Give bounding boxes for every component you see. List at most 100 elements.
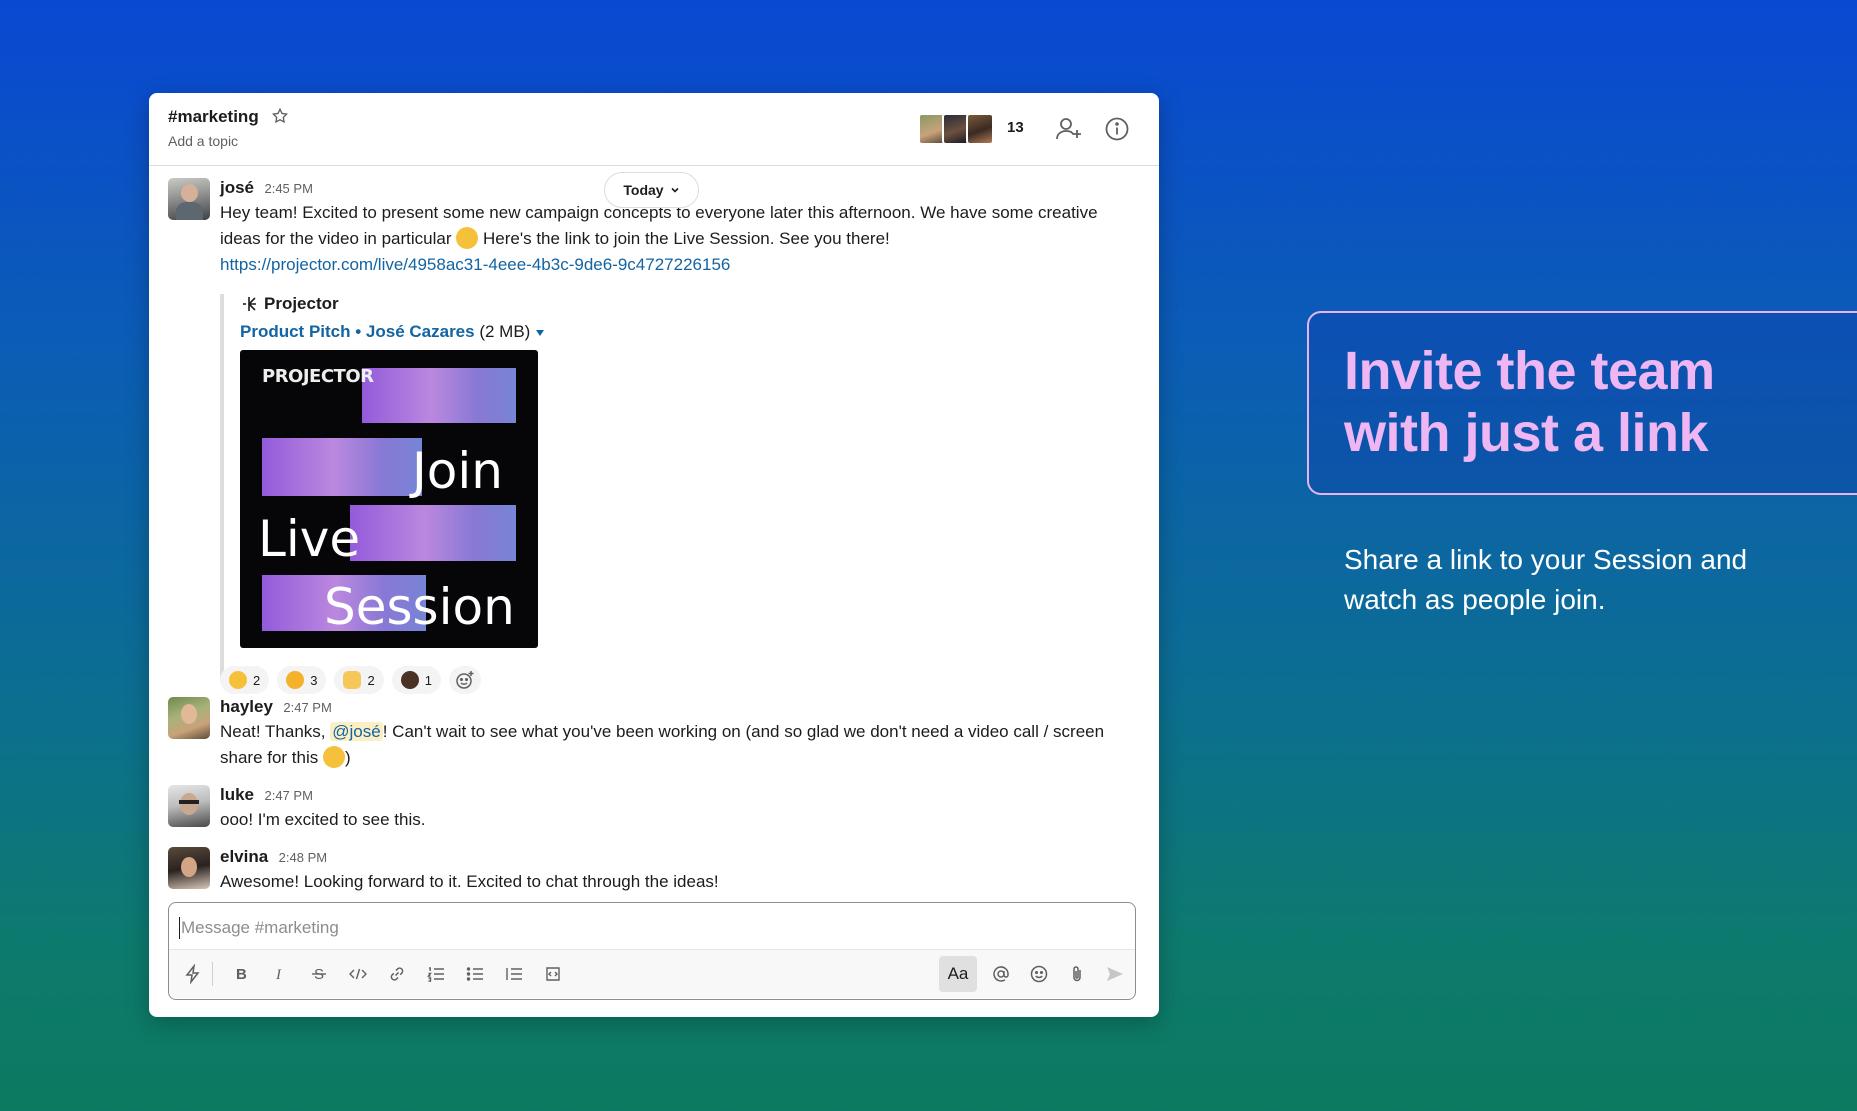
message-body: luke 2:47 PM ooo! I'm excited to see thi… xyxy=(220,785,1141,833)
message-input[interactable] xyxy=(179,917,1083,939)
projector-logo-icon xyxy=(243,297,256,311)
person-avatar-icon xyxy=(400,671,419,689)
message-text-part: ) xyxy=(345,748,351,767)
toolbar-divider xyxy=(212,962,213,986)
avatar[interactable] xyxy=(168,178,210,220)
bold-button[interactable]: B xyxy=(227,960,255,988)
headline: Invite the team with just a link xyxy=(1344,341,1715,463)
add-member-icon[interactable] xyxy=(1055,115,1083,143)
send-button[interactable] xyxy=(1101,960,1129,988)
reaction-count: 1 xyxy=(424,672,432,688)
attach-button[interactable] xyxy=(1063,960,1091,988)
reactions: 2 3 2 1 xyxy=(220,666,481,694)
message-time[interactable]: 2:45 PM xyxy=(264,181,312,196)
link-icon xyxy=(390,967,404,981)
send-icon xyxy=(1107,967,1123,981)
unfurl-service-name: Projector xyxy=(264,294,339,313)
message-body: hayley 2:47 PM Neat! Thanks, @josé! Can'… xyxy=(220,697,1141,771)
date-divider-label: Today xyxy=(623,182,664,198)
message-body: elvina 2:48 PM Awesome! Looking forward … xyxy=(220,847,1141,895)
message-composer: B I S xyxy=(168,902,1136,1000)
shortcuts-button[interactable] xyxy=(179,960,207,988)
file-size: (2 MB) xyxy=(479,322,531,341)
indent-list-button[interactable] xyxy=(500,960,528,988)
member-count[interactable]: 13 xyxy=(1007,119,1024,136)
thumbnail-bar xyxy=(350,505,516,561)
code-block-icon xyxy=(546,967,560,981)
message-jose: josé 2:45 PM Hey team! Excited to presen… xyxy=(168,178,1141,698)
ordered-list-button[interactable] xyxy=(422,960,450,988)
add-reaction-icon xyxy=(456,671,474,689)
link-unfurl: Projector Product Pitch • José Cazares (… xyxy=(220,294,545,682)
text-caret xyxy=(179,917,180,939)
reaction-pill[interactable]: 2 xyxy=(220,666,270,694)
italic-button[interactable]: I xyxy=(266,960,294,988)
reaction-pill[interactable]: 1 xyxy=(391,666,441,694)
code-block-button[interactable] xyxy=(539,960,567,988)
strikethrough-button[interactable]: S xyxy=(305,960,333,988)
emoji-button[interactable] xyxy=(1025,960,1053,988)
star-icon[interactable] xyxy=(271,107,289,125)
thumbnail-word: Session xyxy=(324,578,515,636)
message-text-part: Here's the link to join the Live Session… xyxy=(483,229,890,248)
message-author[interactable]: hayley xyxy=(220,697,273,716)
avatar[interactable] xyxy=(168,847,210,889)
slack-window: #marketing Add a topic 13 Today josé 2:4… xyxy=(149,93,1159,1017)
video-thumbnail[interactable]: PROJECTOR Join Live Session xyxy=(240,350,538,648)
code-button[interactable] xyxy=(344,960,372,988)
strikethrough-icon: S xyxy=(312,966,326,983)
date-divider-button[interactable]: Today xyxy=(604,172,699,208)
star-struck-face-icon xyxy=(286,671,305,689)
code-icon xyxy=(349,968,367,980)
message-time[interactable]: 2:48 PM xyxy=(279,850,327,865)
lightning-icon xyxy=(185,964,200,984)
message-text: Awesome! Looking forward to it. Excited … xyxy=(220,872,719,891)
bulleted-list-icon xyxy=(466,967,483,981)
slightly-smiling-face-emoji-icon xyxy=(456,227,479,249)
caret-down-icon[interactable] xyxy=(535,329,545,337)
link-button[interactable] xyxy=(383,960,411,988)
unfurl-file[interactable]: Product Pitch • José Cazares (2 MB) xyxy=(240,322,545,342)
reaction-count: 3 xyxy=(310,672,318,688)
info-icon[interactable] xyxy=(1104,116,1130,142)
message-text: Hey team! Excited to present some new ca… xyxy=(220,200,1141,278)
member-avatars[interactable] xyxy=(918,113,994,145)
reaction-pill[interactable]: 3 xyxy=(277,666,327,694)
surprised-face-icon xyxy=(229,671,247,689)
channel-topic[interactable]: Add a topic xyxy=(168,133,238,149)
chevron-down-icon xyxy=(671,187,679,193)
formatting-toggle-button[interactable]: Aa xyxy=(939,956,977,992)
thumbnail-bar xyxy=(362,368,516,423)
thumbnail-brand: PROJECTOR xyxy=(262,366,374,387)
smiley-icon xyxy=(1030,965,1048,983)
channel-name[interactable]: #marketing xyxy=(168,107,259,127)
message-hayley: hayley 2:47 PM Neat! Thanks, @josé! Can'… xyxy=(168,697,1141,777)
svg-text:B: B xyxy=(236,966,247,983)
svg-text:I: I xyxy=(275,967,282,983)
bold-icon: B xyxy=(236,966,247,983)
user-mention[interactable]: @josé xyxy=(330,722,383,741)
session-link[interactable]: https://projector.com/live/4958ac31-4eee… xyxy=(220,255,730,274)
message-time[interactable]: 2:47 PM xyxy=(283,700,331,715)
bulleted-list-button[interactable] xyxy=(461,960,489,988)
mention-button[interactable] xyxy=(987,960,1015,988)
thumbnail-word: Live xyxy=(258,510,361,568)
blockquote-icon xyxy=(506,968,522,980)
avatar[interactable] xyxy=(168,697,210,739)
message-time[interactable]: 2:47 PM xyxy=(264,788,312,803)
add-reaction-button[interactable] xyxy=(448,666,481,694)
reaction-count: 2 xyxy=(253,672,261,688)
grinning-sweat-face-emoji-icon xyxy=(323,746,345,768)
avatar[interactable] xyxy=(168,785,210,827)
message-author[interactable]: elvina xyxy=(220,847,268,866)
ordered-list-icon xyxy=(427,967,444,982)
reaction-pill[interactable]: 2 xyxy=(334,666,384,694)
message-author[interactable]: josé xyxy=(220,178,254,197)
message-text: ooo! I'm excited to see this. xyxy=(220,810,426,829)
formatting-toolbar: B I S Aa xyxy=(169,949,1135,998)
file-title[interactable]: Product Pitch • José Cazares xyxy=(240,322,475,341)
subheadline: Share a link to your Session and watch a… xyxy=(1344,544,1748,615)
message-elvina: elvina 2:48 PM Awesome! Looking forward … xyxy=(168,847,1141,903)
message-author[interactable]: luke xyxy=(220,785,254,804)
message-luke: luke 2:47 PM ooo! I'm excited to see thi… xyxy=(168,785,1141,841)
